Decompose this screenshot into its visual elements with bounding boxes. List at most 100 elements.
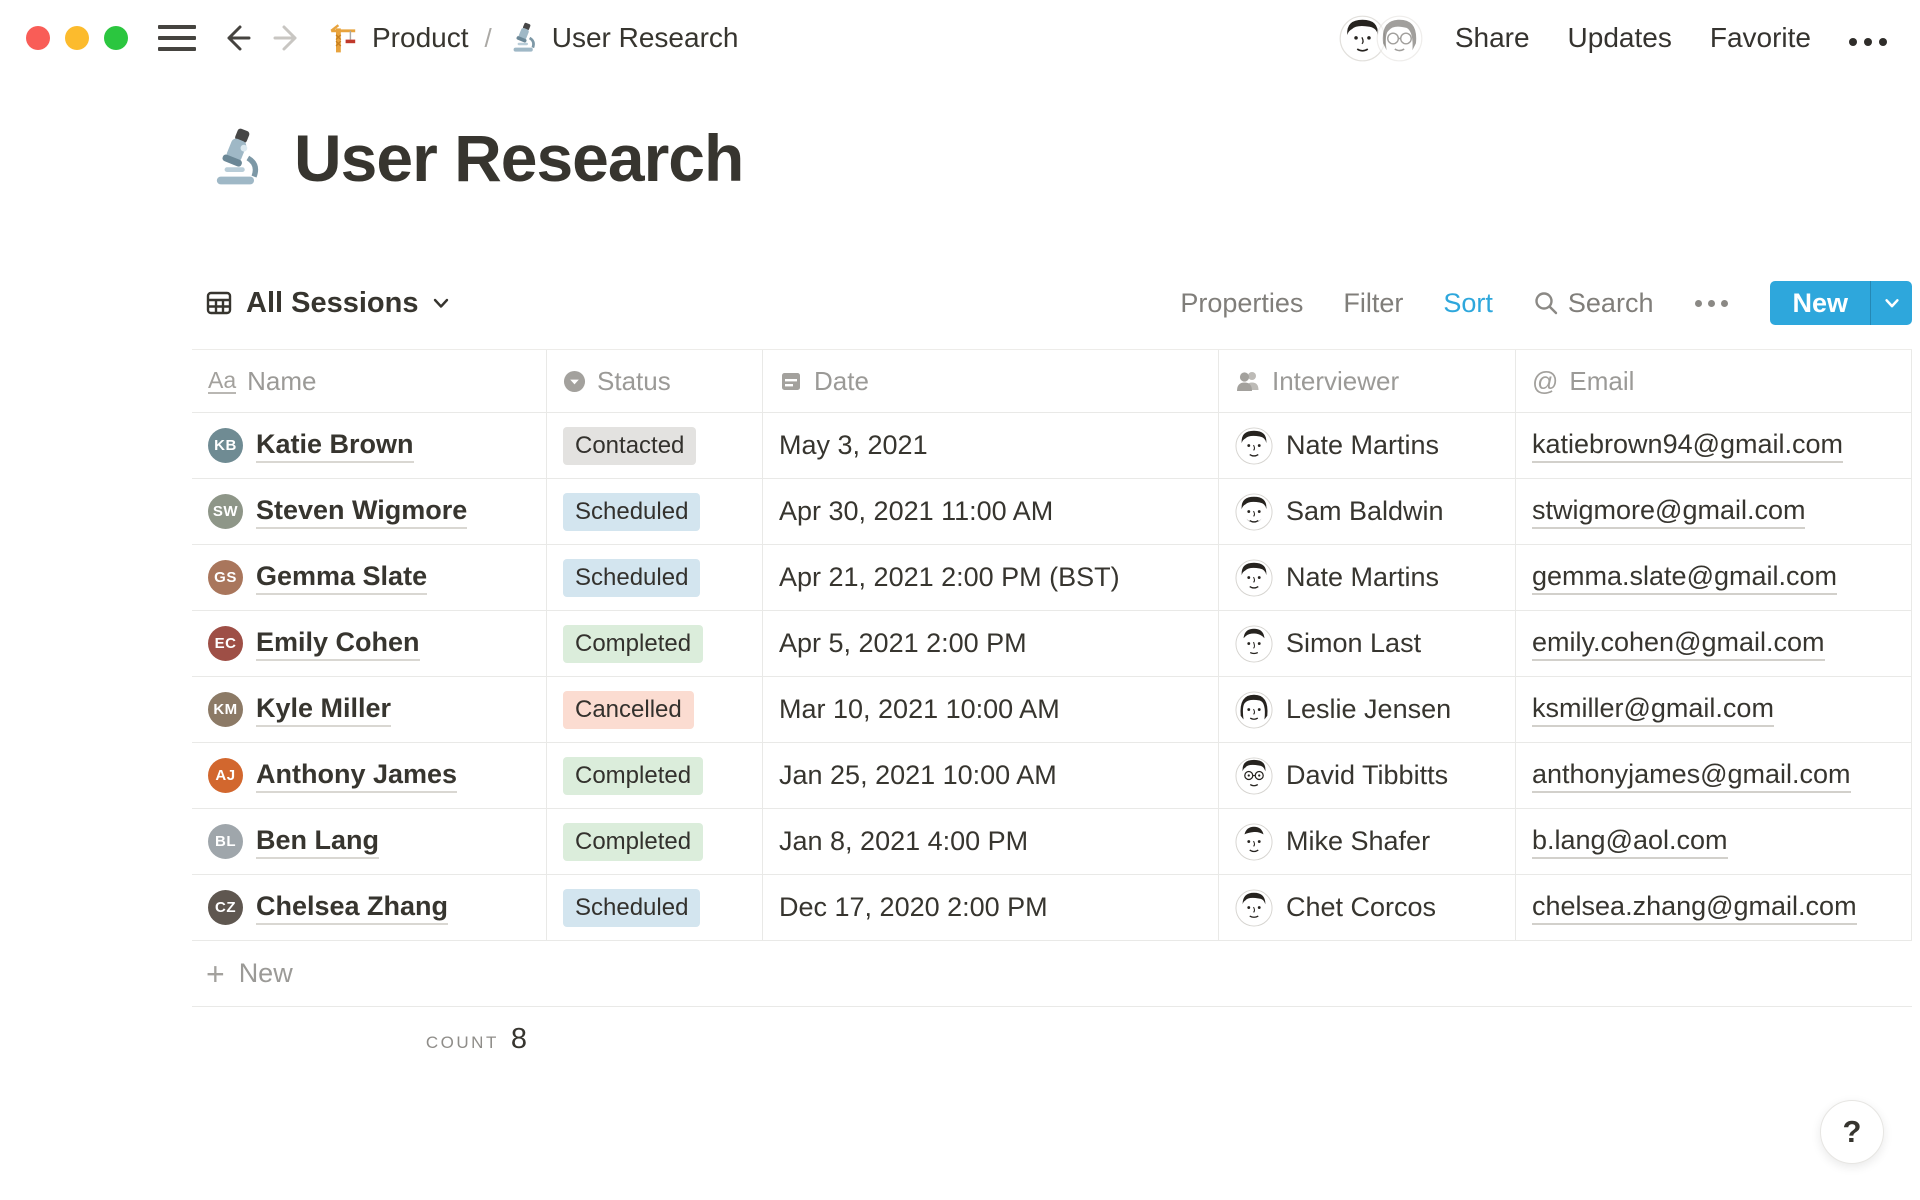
column-header-status[interactable]: Status [547, 350, 763, 412]
email-link[interactable]: ksmiller@gmail.com [1532, 693, 1774, 727]
page-link[interactable]: Kyle Miller [256, 693, 392, 727]
interviewer-cell[interactable]: Simon Last [1219, 611, 1516, 676]
properties-button[interactable]: Properties [1180, 288, 1303, 319]
new-dropdown-button[interactable] [1871, 281, 1912, 325]
forward-arrow-icon[interactable] [270, 20, 306, 56]
updates-button[interactable]: Updates [1568, 22, 1672, 54]
date-cell[interactable]: Apr 5, 2021 2:00 PM [763, 611, 1219, 676]
interviewer-cell[interactable]: Sam Baldwin [1219, 479, 1516, 544]
date-cell[interactable]: Apr 21, 2021 2:00 PM (BST) [763, 545, 1219, 610]
status-badge[interactable]: Cancelled [563, 690, 694, 729]
email-link[interactable]: gemma.slate@gmail.com [1532, 561, 1838, 595]
view-options-icon[interactable] [1693, 299, 1730, 307]
breadcrumb-item-user-research[interactable]: User Research [508, 22, 738, 54]
page-link[interactable]: Steven Wigmore [256, 495, 468, 529]
page-link[interactable]: Emily Cohen [256, 627, 420, 661]
page-header: User Research [206, 120, 744, 196]
status-cell[interactable]: Contacted [547, 413, 763, 478]
page-link[interactable]: Gemma Slate [256, 561, 428, 595]
date-cell[interactable]: Mar 10, 2021 10:00 AM [763, 677, 1219, 742]
status-cell[interactable]: Scheduled [547, 545, 763, 610]
date-cell[interactable]: May 3, 2021 [763, 413, 1219, 478]
name-cell[interactable]: SW Steven Wigmore [192, 479, 547, 544]
email-link[interactable]: chelsea.zhang@gmail.com [1532, 891, 1857, 925]
column-header-interviewer[interactable]: Interviewer [1219, 350, 1516, 412]
status-badge[interactable]: Scheduled [563, 558, 701, 597]
zoom-window-button[interactable] [104, 26, 128, 50]
status-badge[interactable]: Scheduled [563, 492, 701, 531]
more-options-icon[interactable] [1849, 30, 1887, 46]
status-cell[interactable]: Scheduled [547, 479, 763, 544]
name-cell[interactable]: AJ Anthony James [192, 743, 547, 808]
column-header-date[interactable]: Date [763, 350, 1219, 412]
help-button[interactable]: ? [1820, 1100, 1884, 1164]
status-badge[interactable]: Scheduled [563, 888, 701, 927]
interviewer-cell[interactable]: Chet Corcos [1219, 875, 1516, 940]
name-cell[interactable]: KM Kyle Miller [192, 677, 547, 742]
page-link[interactable]: Anthony James [256, 759, 458, 793]
page-title[interactable]: User Research [294, 120, 744, 196]
status-cell[interactable]: Completed [547, 611, 763, 676]
sidebar-menu-icon[interactable] [158, 25, 196, 51]
status-cell[interactable]: Completed [547, 743, 763, 808]
email-link[interactable]: b.lang@aol.com [1532, 825, 1728, 859]
microscope-icon[interactable] [206, 127, 268, 189]
back-arrow-icon[interactable] [218, 20, 254, 56]
interviewer-cell[interactable]: Nate Martins [1219, 413, 1516, 478]
date-cell[interactable]: Jan 8, 2021 4:00 PM [763, 809, 1219, 874]
status-badge[interactable]: Completed [563, 756, 704, 795]
date-cell[interactable]: Dec 17, 2020 2:00 PM [763, 875, 1219, 940]
status-badge[interactable]: Completed [563, 822, 704, 861]
email-cell[interactable]: katiebrown94@gmail.com [1516, 413, 1912, 478]
email-cell[interactable]: gemma.slate@gmail.com [1516, 545, 1912, 610]
name-cell[interactable]: BL Ben Lang [192, 809, 547, 874]
name-cell[interactable]: KB Katie Brown [192, 413, 547, 478]
status-badge[interactable]: Completed [563, 624, 704, 663]
sort-button[interactable]: Sort [1443, 288, 1493, 319]
email-link[interactable]: katiebrown94@gmail.com [1532, 429, 1844, 463]
close-window-button[interactable] [26, 26, 50, 50]
column-label: Date [814, 365, 869, 396]
email-cell[interactable]: b.lang@aol.com [1516, 809, 1912, 874]
count-aggregate[interactable]: COUNT 8 [192, 1007, 547, 1056]
email-cell[interactable]: anthonyjames@gmail.com [1516, 743, 1912, 808]
email-link[interactable]: anthonyjames@gmail.com [1532, 759, 1851, 793]
page-link[interactable]: Chelsea Zhang [256, 891, 449, 925]
share-button[interactable]: Share [1455, 22, 1530, 54]
email-cell[interactable]: chelsea.zhang@gmail.com [1516, 875, 1912, 940]
column-header-email[interactable]: @ Email [1516, 350, 1912, 412]
minimize-window-button[interactable] [65, 26, 89, 50]
avatar: AJ [208, 758, 243, 793]
name-cell[interactable]: CZ Chelsea Zhang [192, 875, 547, 940]
search-button[interactable]: Search [1533, 288, 1653, 319]
email-link[interactable]: stwigmore@gmail.com [1532, 495, 1806, 529]
new-button[interactable]: New [1770, 281, 1870, 325]
filter-button[interactable]: Filter [1343, 288, 1403, 319]
status-badge[interactable]: Contacted [563, 426, 697, 465]
favorite-button[interactable]: Favorite [1710, 22, 1811, 54]
status-cell[interactable]: Cancelled [547, 677, 763, 742]
date-cell[interactable]: Apr 30, 2021 11:00 AM [763, 479, 1219, 544]
date-cell[interactable]: Jan 25, 2021 10:00 AM [763, 743, 1219, 808]
email-cell[interactable]: stwigmore@gmail.com [1516, 479, 1912, 544]
interviewer-cell[interactable]: David Tibbitts [1219, 743, 1516, 808]
status-cell[interactable]: Scheduled [547, 875, 763, 940]
new-row-button[interactable]: + New [192, 941, 1912, 1007]
name-cell[interactable]: EC Emily Cohen [192, 611, 547, 676]
view-switcher[interactable]: All Sessions [192, 287, 451, 320]
email-cell[interactable]: emily.cohen@gmail.com [1516, 611, 1912, 676]
interviewer-cell[interactable]: Mike Shafer [1219, 809, 1516, 874]
date-value: Apr 21, 2021 2:00 PM (BST) [779, 562, 1120, 592]
page-link[interactable]: Katie Brown [256, 429, 414, 463]
name-cell[interactable]: GS Gemma Slate [192, 545, 547, 610]
page-link[interactable]: Ben Lang [256, 825, 380, 859]
column-header-name[interactable]: Aa Name [192, 350, 547, 412]
interviewer-cell[interactable]: Leslie Jensen [1219, 677, 1516, 742]
email-cell[interactable]: ksmiller@gmail.com [1516, 677, 1912, 742]
avatar: KM [208, 692, 243, 727]
interviewer-cell[interactable]: Nate Martins [1219, 545, 1516, 610]
breadcrumb-item-product[interactable]: Product [328, 22, 469, 54]
email-link[interactable]: emily.cohen@gmail.com [1532, 627, 1825, 661]
status-cell[interactable]: Completed [547, 809, 763, 874]
collaborator-avatars[interactable] [1338, 14, 1423, 62]
